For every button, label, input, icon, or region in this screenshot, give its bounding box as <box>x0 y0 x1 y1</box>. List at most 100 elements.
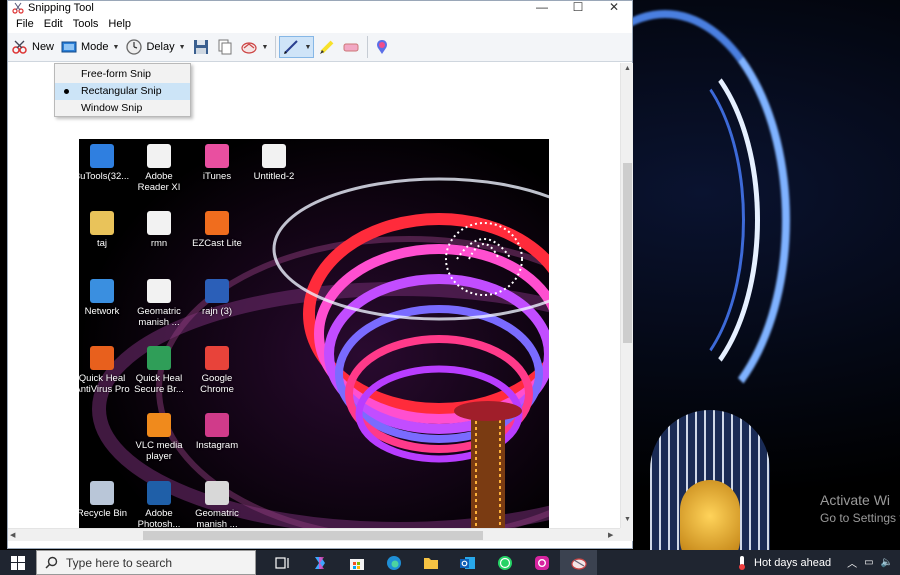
selected-bullet-icon <box>64 89 69 94</box>
task-view-icon <box>274 556 289 569</box>
edge-button[interactable] <box>375 550 412 575</box>
shortcut-glyph-icon <box>205 346 229 370</box>
menu-help[interactable]: Help <box>103 18 136 30</box>
shortcut-label: rajn (3) <box>201 306 233 317</box>
shortcut-label: Geomatric manish ... <box>137 306 181 328</box>
desktop-shortcut-icon: Geomatric manish ... <box>188 481 246 528</box>
shortcut-glyph-icon <box>147 481 171 505</box>
menu-item-label: Free-form Snip <box>81 68 152 80</box>
scroll-down-arrow-icon[interactable]: ▼ <box>624 516 631 523</box>
highlighter-icon <box>320 40 334 54</box>
menu-item-rectangular-snip[interactable]: Rectangular Snip <box>55 83 190 100</box>
thermometer-icon <box>739 555 746 570</box>
desktop-shortcut-icon: Geomatric manish ... <box>130 279 188 328</box>
shortcut-label: Google Chrome <box>200 373 234 395</box>
desktop-shortcut-icon: Network <box>79 279 131 317</box>
instagram-button[interactable] <box>523 550 560 575</box>
copilot-button[interactable] <box>301 550 338 575</box>
eraser-icon <box>343 43 359 52</box>
menu-file[interactable]: File <box>11 18 39 30</box>
shortcut-glyph-icon <box>205 481 229 505</box>
shortcut-label: rmn <box>150 238 168 249</box>
shortcut-label: Adobe Photosh... <box>137 508 181 528</box>
shortcut-glyph-icon <box>147 413 171 437</box>
minimize-button[interactable]: — <box>524 1 560 15</box>
store-button[interactable] <box>338 550 375 575</box>
new-snip-button[interactable]: New <box>9 36 56 58</box>
toolbar: New Mode ▼ Delay ▼ ▼ ▼ <box>8 33 632 62</box>
menu-item-label: Rectangular Snip <box>81 85 162 97</box>
chevron-up-icon[interactable]: ︿ <box>847 555 857 570</box>
speaker-icon[interactable]: 🔈 <box>881 557 893 568</box>
mode-button[interactable]: Mode ▼ <box>58 36 121 58</box>
title-bar[interactable]: Snipping Tool — ☐ ✕ <box>8 1 632 15</box>
save-button[interactable] <box>190 36 212 58</box>
mode-dropdown-menu: Free-form Snip Rectangular Snip Window S… <box>54 63 191 117</box>
vertical-scroll-thumb[interactable] <box>623 163 632 343</box>
shortcut-label: Quick Heal Secure Br... <box>134 373 184 395</box>
copy-icon <box>218 39 232 55</box>
shortcut-glyph-icon <box>205 413 229 437</box>
ferris-wheel <box>650 410 770 550</box>
send-snip-button[interactable]: ▼ <box>238 36 271 58</box>
shortcut-glyph-icon <box>147 211 171 235</box>
delay-dropdown-arrow-icon[interactable]: ▼ <box>179 44 186 51</box>
shortcut-label: EZCast Lite <box>192 238 242 249</box>
menu-item-label: Window Snip <box>81 102 143 114</box>
vertical-scrollbar[interactable]: ▲ ▼ <box>620 63 633 528</box>
maximize-button[interactable]: ☐ <box>560 1 596 15</box>
start-button[interactable] <box>0 550 36 575</box>
windows-logo-icon <box>11 555 25 570</box>
activate-windows-subtitle: Go to Settings t <box>820 511 900 525</box>
shortcut-label: Recycle Bin <box>79 508 128 519</box>
desktop-shortcut-icon: Adobe Photosh... <box>130 481 188 528</box>
desktop-shortcut-icon: Google Chrome <box>188 346 246 395</box>
send-dropdown-arrow-icon[interactable]: ▼ <box>262 44 269 51</box>
search-placeholder: Type here to search <box>66 555 173 570</box>
paint3d-button[interactable] <box>371 36 393 58</box>
highlighter-button[interactable] <box>316 36 338 58</box>
close-button[interactable]: ✕ <box>596 1 632 15</box>
pen-dropdown-arrow-icon[interactable]: ▼ <box>304 44 311 51</box>
menu-item-window-snip[interactable]: Window Snip <box>55 100 190 117</box>
menu-edit[interactable]: Edit <box>39 18 68 30</box>
scroll-up-arrow-icon[interactable]: ▲ <box>624 65 631 72</box>
snip-canvas: 3uTools(32... Adobe Reader XI iTunes Untitl… <box>8 63 620 528</box>
scroll-left-arrow-icon[interactable]: ◀ <box>10 531 15 539</box>
snipping-tool-taskbar-button[interactable] <box>560 550 597 575</box>
desktop-shortcut-icon: EZCast Lite <box>188 211 246 249</box>
rectangle-mode-icon <box>61 41 77 53</box>
horizontal-scroll-thumb[interactable] <box>143 531 483 540</box>
mode-dropdown-arrow-icon[interactable]: ▼ <box>113 44 120 51</box>
toolbar-separator <box>275 36 277 58</box>
scroll-right-arrow-icon[interactable]: ▶ <box>608 531 613 539</box>
whatsapp-button[interactable] <box>486 550 523 575</box>
store-icon <box>349 558 364 570</box>
clock-icon <box>126 39 143 55</box>
pen-button[interactable]: ▼ <box>279 36 315 58</box>
delay-button[interactable]: Delay ▼ <box>123 36 187 58</box>
pen-icon <box>284 40 299 54</box>
desktop-shortcut-icon: Quick Heal AntiVirus Pro <box>79 346 131 395</box>
menu-tools[interactable]: Tools <box>68 18 104 30</box>
wheel-core <box>680 480 740 550</box>
shortcut-label: Adobe Reader XI <box>137 171 181 193</box>
taskbar-search[interactable]: Type here to search <box>36 550 256 575</box>
shortcut-glyph-icon <box>90 346 114 370</box>
shortcut-label: Untitled-2 <box>253 171 295 182</box>
scissors-icon <box>12 2 24 14</box>
shortcut-label: Instagram <box>195 440 239 451</box>
menu-bar: File Edit Tools Help <box>8 15 632 33</box>
weather-widget[interactable]: Hot days ahead <box>736 555 831 571</box>
menu-item-free-form-snip[interactable]: Free-form Snip <box>55 66 190 83</box>
new-snip-icon <box>12 40 27 54</box>
outlook-button[interactable] <box>449 550 486 575</box>
file-explorer-button[interactable] <box>412 550 449 575</box>
eraser-button[interactable] <box>340 36 362 58</box>
copy-button[interactable] <box>214 36 236 58</box>
desktop-shortcut-icon: 3uTools(32... <box>79 144 131 182</box>
task-view-button[interactable] <box>264 550 301 575</box>
battery-icon[interactable]: ▭ <box>864 557 873 568</box>
horizontal-scrollbar[interactable]: ◀ ▶ <box>8 528 620 541</box>
captured-screenshot: 3uTools(32... Adobe Reader XI iTunes Untitl… <box>79 139 549 528</box>
